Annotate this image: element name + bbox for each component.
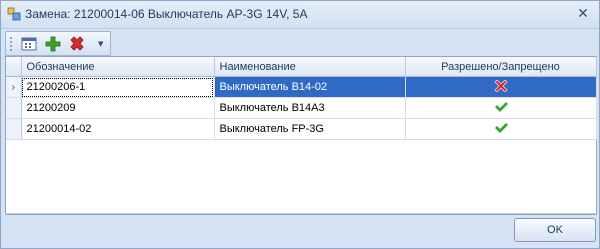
title-bar: Замена: 21200014-06 Выключатель АР-3G 14… [1,1,599,29]
add-icon[interactable] [44,35,62,52]
cell-status[interactable] [405,76,597,98]
cell-designation[interactable]: 21200014-02 [21,118,215,140]
close-icon[interactable]: ✕ [575,6,591,22]
cell-designation[interactable]: 21200206-1 [21,76,215,98]
column-header-status[interactable]: Разрешено/Запрещено [405,57,597,77]
delete-icon[interactable] [68,35,86,52]
replacement-grid: Обозначение Наименование Разрешено/Запре… [5,56,597,215]
footer-divider [5,213,595,214]
toolbar-grip[interactable] [10,37,12,51]
cell-name[interactable]: Выключатель B14-02 [214,76,406,98]
window-title: Замена: 21200014-06 Выключатель АР-3G 14… [25,7,308,21]
cell-status[interactable] [405,118,597,140]
dropdown-arrow-icon[interactable]: ▼ [98,40,103,48]
cell-status[interactable] [405,97,597,119]
column-header-designation[interactable]: Обозначение [21,57,215,77]
allowed-icon [494,122,508,133]
app-window-icon [7,7,21,21]
cell-designation[interactable]: 21200209 [21,97,215,119]
grid-table: Обозначение Наименование Разрешено/Запре… [6,57,597,140]
toolbar: ▼ [5,31,111,56]
cell-name[interactable]: Выключатель B14A3 [214,97,406,119]
table-row[interactable]: › 21200206-1 Выключатель B14-02 [6,76,597,98]
row-indicator-header [6,57,22,77]
cell-name[interactable]: Выключатель FP-3G [214,118,406,140]
allowed-icon [494,101,508,112]
row-indicator-arrow-icon: › [6,76,22,98]
table-row[interactable]: 21200209 Выключатель B14A3 [6,97,597,119]
table-row[interactable]: 21200014-02 Выключатель FP-3G [6,118,597,140]
dialog-window: Замена: 21200014-06 Выключатель АР-3G 14… [0,0,600,249]
ok-button[interactable]: OK [514,218,596,242]
row-indicator [6,97,22,119]
calendar-icon[interactable] [20,35,38,52]
column-header-name[interactable]: Наименование [214,57,406,77]
grid-header-row: Обозначение Наименование Разрешено/Запре… [6,57,597,77]
row-indicator [6,118,22,140]
denied-icon [494,79,507,92]
